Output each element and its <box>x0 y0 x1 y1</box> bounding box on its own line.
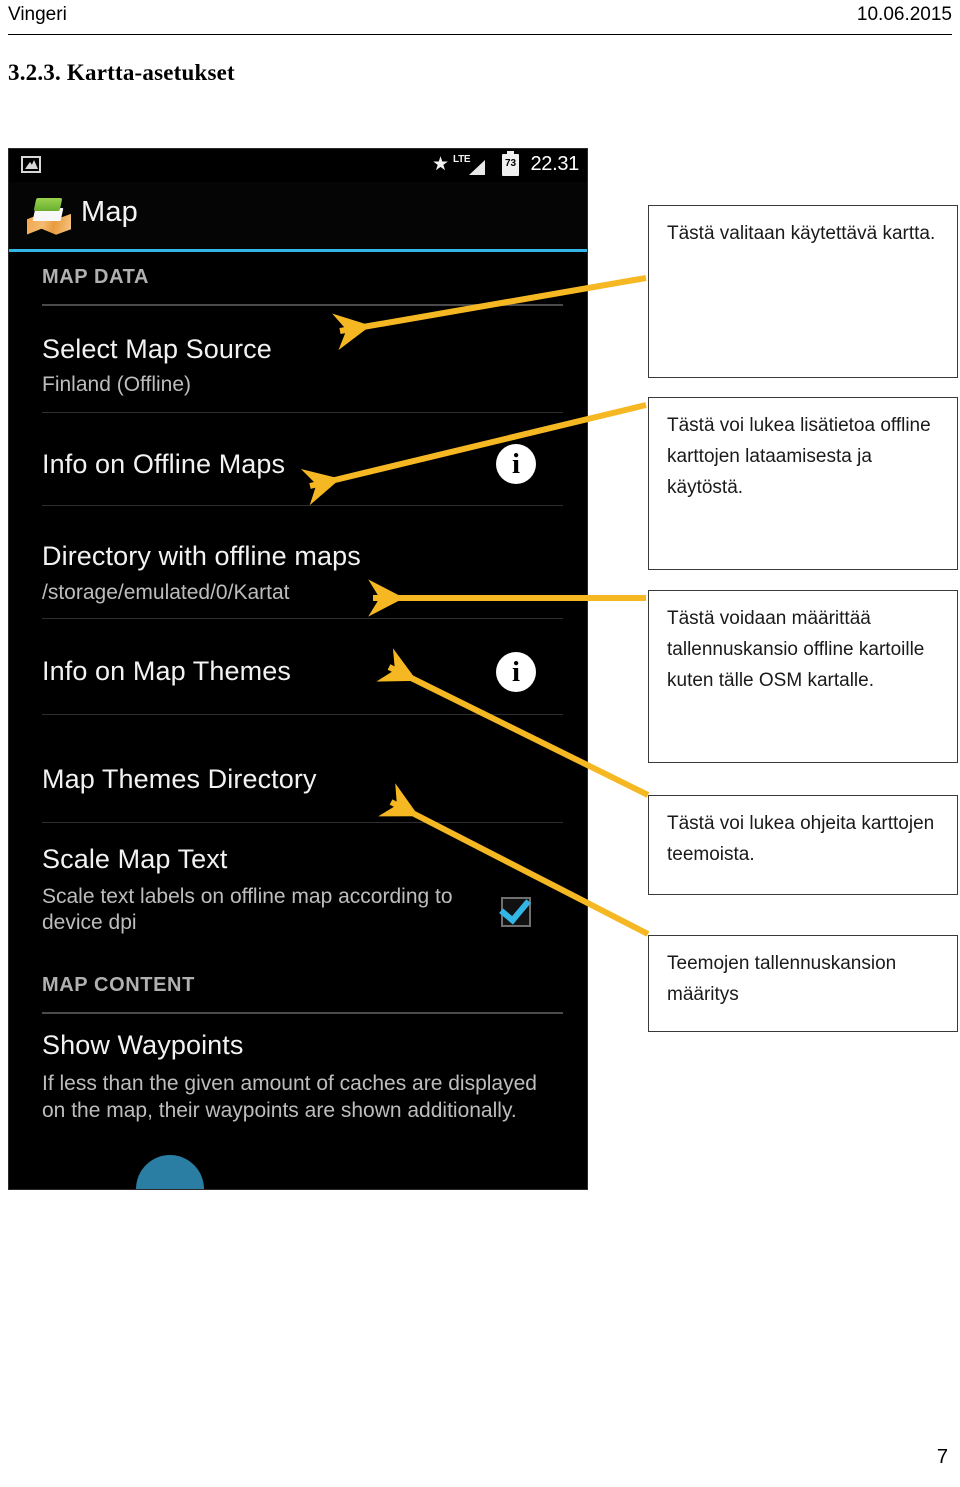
scale-map-text-checkbox[interactable] <box>499 891 531 927</box>
category-rule <box>42 1012 563 1014</box>
clock-label: 22.31 <box>530 153 579 175</box>
document-header: Vingeri 10.06.2015 <box>8 4 952 34</box>
battery-icon: 73 <box>502 151 519 176</box>
floating-action-button[interactable] <box>136 1155 204 1189</box>
pref-title-map-themes-directory[interactable]: Map Themes Directory <box>42 764 317 795</box>
callout-map-themes-directory: Teemojen tallennuskansion määritys <box>648 935 958 1032</box>
category-header-map-data: MAP DATA <box>42 266 150 288</box>
signal-bars-icon <box>469 160 485 175</box>
pref-title-scale-map-text[interactable]: Scale Map Text <box>42 844 228 875</box>
callout-info-offline-maps: Tästä voi lukea lisätietoa offline kartt… <box>648 397 958 570</box>
battery-cap <box>507 151 514 154</box>
info-icon[interactable]: i <box>496 444 536 484</box>
category-rule <box>42 304 563 306</box>
battery-level-label: 73 <box>504 158 517 169</box>
phone-screenshot: ★ LTE 73 22.31 Map MAP DATA Select Map S… <box>8 148 588 1190</box>
page-number: 7 <box>936 1446 948 1468</box>
checkmark-icon <box>499 891 531 925</box>
action-bar: Map <box>9 182 587 249</box>
image-icon <box>21 156 41 173</box>
row-divider <box>42 714 563 715</box>
book-shape <box>33 198 63 211</box>
row-divider <box>42 505 563 506</box>
pref-title-info-map-themes[interactable]: Info on Map Themes <box>42 656 291 687</box>
action-bar-title: Map <box>81 196 139 228</box>
star-icon: ★ <box>431 154 449 175</box>
header-title-left: Vingeri <box>8 4 67 25</box>
lte-label: LTE <box>453 154 471 165</box>
row-divider <box>42 618 563 619</box>
info-icon[interactable]: i <box>496 652 536 692</box>
pref-title-show-waypoints[interactable]: Show Waypoints <box>42 1030 244 1061</box>
row-divider <box>42 412 563 413</box>
row-divider <box>42 822 563 823</box>
pref-summary-show-waypoints: If less than the given amount of caches … <box>42 1072 537 1122</box>
lte-signal-icon: LTE <box>453 154 485 176</box>
pref-summary-scale-map-text: Scale text labels on offline map accordi… <box>42 885 453 934</box>
header-divider <box>8 34 952 35</box>
callout-select-map-source: Tästä valitaan käytettävä kartta. <box>648 205 958 378</box>
callout-info-map-themes: Tästä voi lukea ohjeita karttojen teemoi… <box>648 795 958 895</box>
header-date-right: 10.06.2015 <box>856 4 952 25</box>
page-title: 3.2.3. Kartta-asetukset <box>8 60 235 85</box>
android-status-bar: ★ LTE 73 22.31 <box>9 149 587 183</box>
pref-summary-select-map-source: Finland (Offline) <box>42 373 192 396</box>
category-header-map-content: MAP CONTENT <box>42 974 195 996</box>
callout-directory-offline-maps: Tästä voidaan määrittää tallennuskansio … <box>648 590 958 763</box>
pref-title-info-offline-maps[interactable]: Info on Offline Maps <box>42 449 285 480</box>
pref-summary-directory-offline-maps: /storage/emulated/0/Kartat <box>42 581 290 604</box>
settings-list[interactable]: MAP DATA Select Map Source Finland (Offl… <box>9 252 587 1189</box>
pref-title-directory-offline-maps[interactable]: Directory with offline maps <box>42 541 361 572</box>
map-layers-icon <box>27 194 71 238</box>
pref-title-select-map-source[interactable]: Select Map Source <box>42 334 272 365</box>
